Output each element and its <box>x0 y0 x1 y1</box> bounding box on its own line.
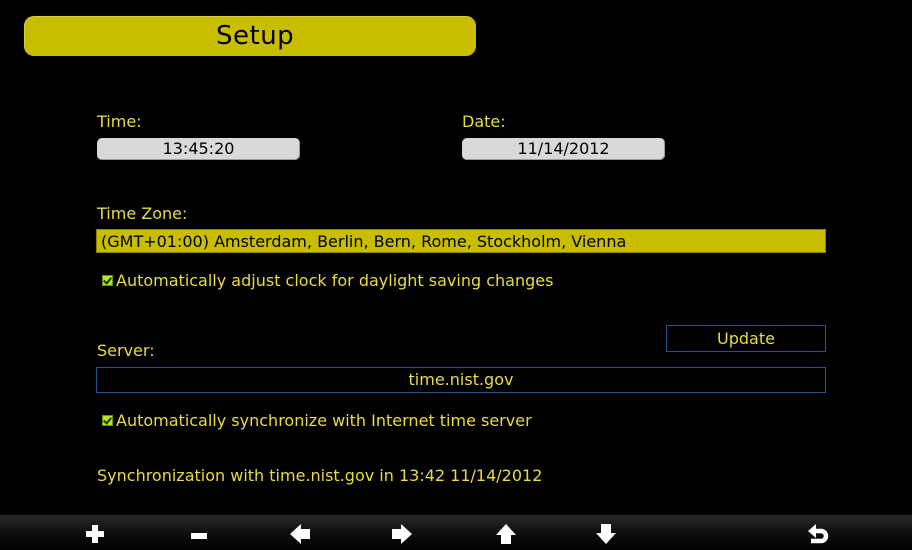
right-button[interactable] <box>386 521 418 547</box>
date-label: Date: <box>462 112 506 131</box>
down-button[interactable] <box>590 521 622 547</box>
arrow-left-icon <box>290 524 310 544</box>
arrow-down-icon <box>596 524 616 544</box>
up-button[interactable] <box>490 521 522 547</box>
sync-checkbox-row[interactable]: Automatically synchronize with Internet … <box>102 411 532 430</box>
arrow-up-icon <box>496 524 516 544</box>
server-field[interactable]: time.nist.gov <box>96 367 826 393</box>
time-label: Time: <box>97 112 142 131</box>
dst-checkbox-row[interactable]: Automatically adjust clock for daylight … <box>102 271 553 290</box>
title-tab: Setup <box>24 16 476 56</box>
time-field[interactable]: 13:45:20 <box>97 138 300 160</box>
return-button[interactable] <box>802 521 834 547</box>
left-button[interactable] <box>284 521 316 547</box>
sync-checkbox-label: Automatically synchronize with Internet … <box>116 411 532 430</box>
arrow-right-icon <box>392 524 412 544</box>
bottom-toolbar <box>0 515 912 550</box>
update-button[interactable]: Update <box>666 325 826 352</box>
page-title: Setup <box>216 21 295 51</box>
setup-screen: Setup Time: 13:45:20 Date: 11/14/2012 Ti… <box>0 0 912 550</box>
minus-button[interactable] <box>183 521 215 547</box>
minus-icon <box>191 533 207 539</box>
dst-checkbox[interactable] <box>102 275 113 286</box>
plus-button[interactable] <box>79 521 111 547</box>
timezone-select[interactable]: (GMT+01:00) Amsterdam, Berlin, Bern, Rom… <box>96 229 826 253</box>
sync-checkbox[interactable] <box>102 415 113 426</box>
return-icon <box>808 524 829 544</box>
server-label: Server: <box>97 341 155 360</box>
date-field[interactable]: 11/14/2012 <box>462 138 665 160</box>
dst-checkbox-label: Automatically adjust clock for daylight … <box>116 271 554 290</box>
plus-icon <box>86 525 104 543</box>
sync-status: Synchronization with time.nist.gov in 13… <box>97 466 543 485</box>
timezone-label: Time Zone: <box>97 204 188 223</box>
